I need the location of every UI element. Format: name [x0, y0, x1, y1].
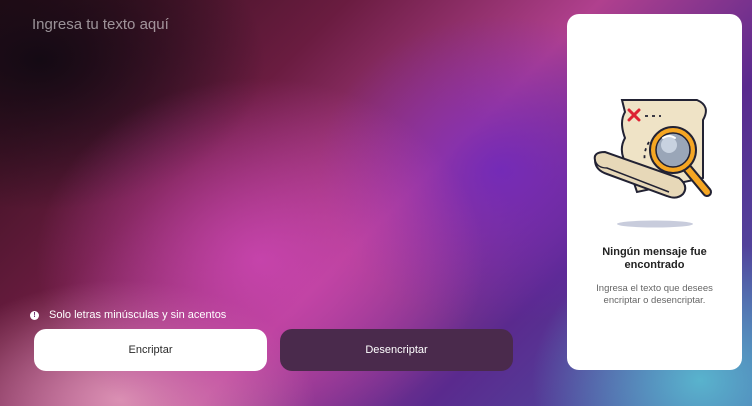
decrypt-button[interactable]: Desencriptar: [280, 329, 513, 371]
info-icon: !: [30, 310, 39, 320]
output-panel: Ningún mensaje fue encontrado Ingresa el…: [567, 14, 742, 370]
treasure-map-magnifier-illustration: [593, 99, 712, 228]
empty-state-title: Ningún mensaje fue encontrado: [602, 246, 707, 271]
text-input[interactable]: [30, 14, 534, 288]
hint-text: Solo letras minúsculas y sin acentos: [49, 309, 227, 321]
encrypt-button[interactable]: Encriptar: [34, 329, 267, 371]
input-hint: ! Solo letras minúsculas y sin acentos: [30, 309, 226, 321]
empty-state-description: Ingresa el texto que desees encriptar o …: [596, 283, 713, 306]
